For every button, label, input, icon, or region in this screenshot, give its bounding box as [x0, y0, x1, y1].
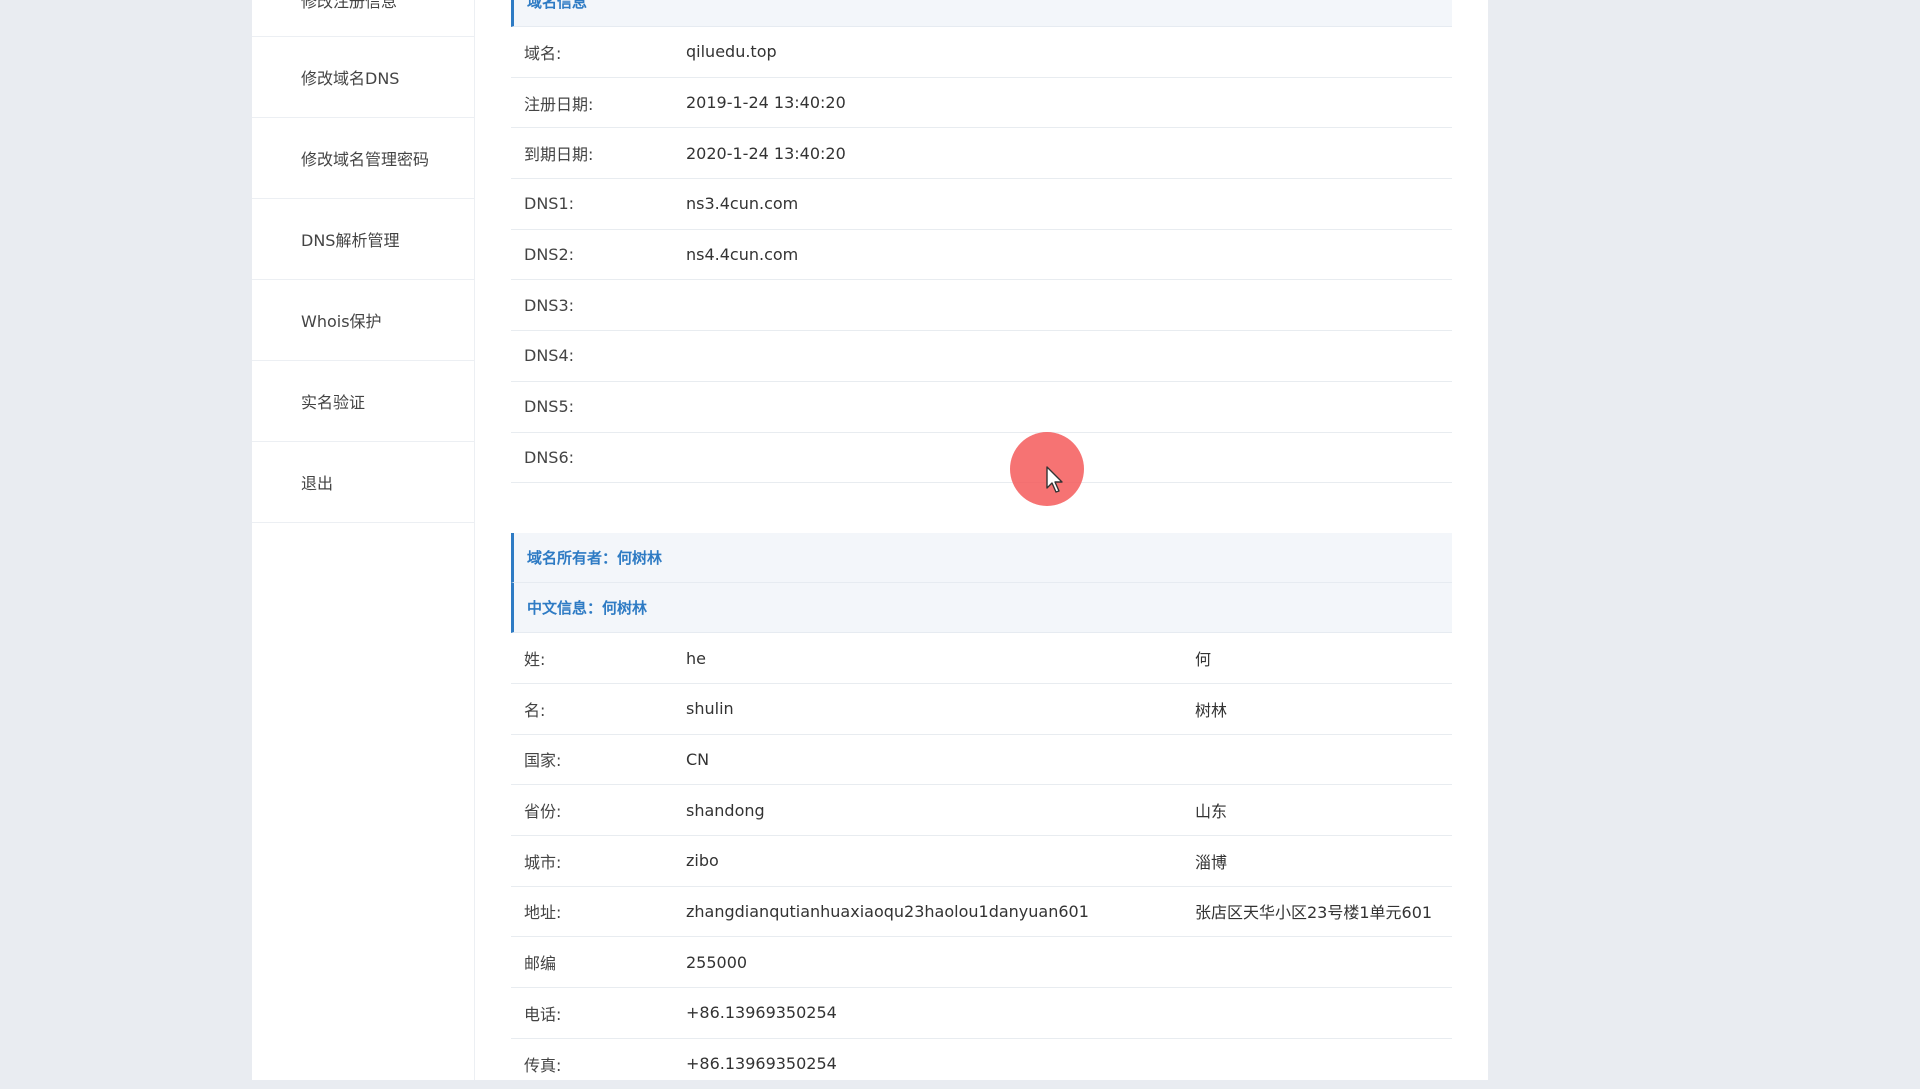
sidebar-item-dns-management[interactable]: DNS解析管理	[252, 199, 474, 280]
field-value-cn: 张店区天华小区23号楼1单元601	[1195, 903, 1433, 923]
field-value: 255000	[686, 952, 748, 972]
owner-header: 域名所有者：何树林	[511, 533, 1452, 584]
table-row: DNS5:	[511, 382, 1452, 433]
field-label: DNS3:	[524, 295, 575, 315]
table-row: DNS2: ns4.4cun.com	[511, 230, 1452, 281]
field-value-cn: 何	[1195, 650, 1212, 670]
table-row: DNS3:	[511, 280, 1452, 332]
table-row: DNS6:	[511, 433, 1452, 484]
field-value: he	[686, 648, 706, 668]
field-label: 地址:	[524, 903, 562, 923]
field-value-cn: 树林	[1195, 700, 1228, 720]
field-value: shulin	[686, 699, 734, 719]
field-label: 电话:	[524, 1004, 562, 1024]
field-label: DNS5:	[524, 397, 575, 417]
domain-info-header: 域名信息	[511, 0, 1452, 27]
sidebar-item-edit-dns[interactable]: 修改域名DNS	[252, 37, 474, 118]
sidebar-item-label: 修改域名DNS	[301, 69, 400, 88]
sidebar-item-label: 实名验证	[301, 393, 366, 412]
field-label: 邮编	[524, 954, 557, 974]
field-label: 名:	[524, 700, 546, 720]
field-value-cn: 淄博	[1195, 852, 1228, 872]
field-label: DNS2:	[524, 245, 575, 265]
field-label: 姓:	[524, 650, 546, 670]
field-label: DNS6:	[524, 447, 575, 467]
table-row: 邮编 255000	[511, 937, 1452, 988]
field-label: 域名:	[524, 43, 562, 63]
field-value-cn: 山东	[1195, 802, 1228, 822]
field-label: 省份:	[524, 802, 562, 822]
table-row: 到期日期: 2020-1-24 13:40:20	[511, 128, 1452, 180]
main-content: 域名信息 域名: qiluedu.top 注册日期: 2019-1-24 13:…	[511, 0, 1452, 1089]
field-value: zhangdianqutianhuaxiaoqu23haolou1danyuan…	[686, 901, 1089, 921]
field-value: 2020-1-24 13:40:20	[686, 143, 846, 163]
table-row: DNS1: ns3.4cun.com	[511, 179, 1452, 230]
sidebar-item-whois-protection[interactable]: Whois保护	[252, 280, 474, 361]
table-row: 注册日期: 2019-1-24 13:40:20	[511, 78, 1452, 129]
sidebar: 修改注册信息 修改域名DNS 修改域名管理密码 DNS解析管理 Whois保护 …	[252, 0, 475, 1080]
sidebar-item-label: 修改域名管理密码	[301, 150, 430, 169]
field-value: ns3.4cun.com	[686, 194, 799, 214]
field-label: 国家:	[524, 751, 562, 771]
sidebar-item-real-name-verification[interactable]: 实名验证	[252, 361, 474, 442]
field-label: 到期日期:	[524, 145, 594, 165]
field-value: 2019-1-24 13:40:20	[686, 93, 846, 113]
sidebar-item-label: 退出	[301, 474, 334, 493]
owner-cn-header: 中文信息：何树林	[511, 583, 1452, 634]
table-row: 国家: CN	[511, 735, 1452, 786]
field-label: 传真:	[524, 1055, 562, 1075]
table-row: 域名: qiluedu.top	[511, 27, 1452, 78]
field-label: DNS4:	[524, 346, 575, 366]
table-row: 电话: +86.13969350254	[511, 988, 1452, 1039]
table-row: DNS4:	[511, 331, 1452, 382]
table-row: 地址: zhangdianqutianhuaxiaoqu23haolou1dan…	[511, 887, 1452, 938]
table-row: 姓: he 何	[511, 633, 1452, 684]
sidebar-item-label: Whois保护	[301, 312, 382, 331]
sidebar-item-edit-registration[interactable]: 修改注册信息	[252, 0, 474, 37]
sidebar-item-edit-password[interactable]: 修改域名管理密码	[252, 118, 474, 199]
table-row: 省份: shandong 山东	[511, 785, 1452, 836]
field-value: ns4.4cun.com	[686, 245, 799, 265]
field-label: DNS1:	[524, 194, 575, 214]
table-row: 名: shulin 树林	[511, 684, 1452, 735]
field-label: 城市:	[524, 852, 562, 872]
mouse-pointer-icon	[1046, 466, 1063, 493]
field-value: qiluedu.top	[686, 42, 777, 62]
field-value: CN	[686, 749, 710, 769]
table-row: 城市: zibo 淄博	[511, 836, 1452, 887]
sidebar-item-label: 修改注册信息	[301, 0, 398, 11]
page-container: 修改注册信息 修改域名DNS 修改域名管理密码 DNS解析管理 Whois保护 …	[252, 0, 1488, 1089]
field-value: +86.13969350254	[686, 1003, 837, 1023]
sidebar-item-logout[interactable]: 退出	[252, 442, 474, 523]
field-value: zibo	[686, 851, 719, 871]
field-value: +86.13969350254	[686, 1054, 837, 1074]
table-row: 传真: +86.13969350254	[511, 1039, 1452, 1089]
field-label: 注册日期:	[524, 94, 594, 114]
field-value: shandong	[686, 800, 765, 820]
sidebar-item-label: DNS解析管理	[301, 231, 400, 250]
